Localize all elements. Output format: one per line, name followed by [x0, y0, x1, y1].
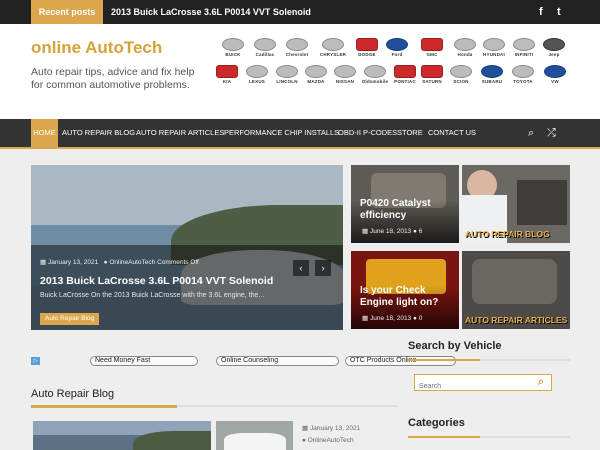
comment-icon: ●: [412, 228, 417, 235]
featured-tile-check-engine[interactable]: Is your Check Engine light on? ▦ June 18…: [351, 251, 459, 329]
site-tagline: Auto repair tips, advice and fix help fo…: [31, 66, 195, 91]
section-heading: Auto Repair Blog: [31, 388, 115, 400]
facebook-icon[interactable]: f: [539, 5, 543, 19]
post-thumbnail[interactable]: [216, 421, 293, 450]
hero-post-title[interactable]: 2013 Buick LaCrosse 3.6L P0014 VVT Solen…: [40, 275, 273, 287]
hero-post-excerpt: Buick LaCrosse On the 2013 Buick LaCross…: [40, 292, 265, 299]
search-icon[interactable]: ⌕: [528, 126, 534, 140]
ad-link-need-money-fast[interactable]: Need Money Fast: [90, 356, 198, 366]
nav-item-auto-repair-articles[interactable]: AUTO REPAIR ARTICLES: [136, 119, 224, 147]
tile-category-label[interactable]: AUTO REPAIR BLOG: [465, 229, 550, 239]
recent-post-link[interactable]: 2013 Buick LaCrosse 3.6L P0014 VVT Solen…: [111, 0, 311, 24]
nav-item-auto-repair-blog[interactable]: AUTO REPAIR BLOG: [62, 119, 135, 147]
ford-logo: Ford: [377, 38, 417, 57]
post-meta-author: ● OnlineAutoTech: [302, 437, 354, 444]
tile-post-title[interactable]: Is your Check Engine light on?: [360, 285, 459, 309]
nav-item-store[interactable]: STORE: [397, 119, 423, 147]
heading-underline: [408, 436, 570, 438]
slider-next-button[interactable]: ›: [315, 260, 331, 276]
user-icon: ●: [103, 259, 108, 266]
main-nav: HOME AUTO REPAIR BLOG AUTO REPAIR ARTICL…: [0, 119, 600, 147]
random-post-icon[interactable]: ⤮: [547, 126, 556, 140]
ad-choices-icon[interactable]: ▷: [31, 357, 40, 365]
post-meta-date: ▦ January 13, 2021: [302, 425, 361, 432]
jeep-logo: Jeep: [534, 38, 574, 57]
brand-logos-banner[interactable]: BUICK Cadillac Chevrolet CHRYSLER DODGE …: [207, 35, 571, 107]
ad-link-online-counseling[interactable]: Online Counseling: [216, 356, 339, 366]
post-thumbnail[interactable]: [33, 421, 211, 450]
search-button[interactable]: ⌕: [532, 375, 550, 390]
top-bar: Recent posts 2013 Buick LaCrosse 3.6L P0…: [0, 0, 600, 24]
search-icon: ⌕: [537, 376, 545, 388]
page: Recent posts 2013 Buick LaCrosse 3.6L P0…: [0, 0, 600, 450]
hero-post-date: January 13, 2021: [47, 259, 99, 266]
chevrolet-logo: Chevrolet: [277, 38, 317, 57]
nav-item-home[interactable]: HOME: [31, 119, 58, 147]
user-icon: ●: [302, 437, 306, 444]
calendar-icon: ▦: [362, 228, 369, 235]
heading-underline: [408, 359, 570, 361]
calendar-icon: ▦: [40, 259, 47, 266]
site-title[interactable]: online AutoTech: [31, 38, 162, 58]
nav-item-contact-us[interactable]: CONTACT US: [428, 119, 476, 147]
featured-tile-engine-bay[interactable]: AUTO REPAIR ARTICLES: [462, 251, 570, 329]
featured-tile-mechanic[interactable]: AUTO REPAIR BLOG: [462, 165, 570, 243]
vw-logo: VW: [535, 65, 575, 84]
twitter-icon[interactable]: t: [557, 5, 561, 19]
comment-icon: ●: [412, 315, 417, 322]
nav-item-performance-chip-installs[interactable]: PERFORMANCE CHIP INSTALLS: [224, 119, 339, 147]
section-underline: [31, 405, 397, 408]
hero-post-meta: ▦ January 13, 2021 ● OnlineAutoTech Comm…: [40, 258, 199, 266]
tile-post-title[interactable]: P0420 Catalyst efficiency: [360, 198, 459, 222]
site-header: online AutoTech Auto repair tips, advice…: [0, 24, 600, 119]
hero-post-comments: Comments Off: [157, 259, 199, 266]
hero-category-badge[interactable]: Auto Repair Blog: [40, 313, 100, 325]
calendar-icon: ▦: [362, 315, 369, 322]
search-input[interactable]: [415, 379, 525, 394]
calendar-icon: ▦: [302, 425, 309, 432]
search-by-vehicle-heading: Search by Vehicle: [408, 340, 502, 352]
tile-category-label[interactable]: AUTO REPAIR ARTICLES: [465, 315, 567, 325]
recent-posts-label: Recent posts: [31, 0, 103, 24]
hero-post-author[interactable]: OnlineAutoTech: [109, 259, 155, 266]
featured-tile-catalyst[interactable]: P0420 Catalyst efficiency ▦ June 18, 201…: [351, 165, 459, 243]
categories-heading: Categories: [408, 417, 465, 429]
tile-post-meta: ▦ June 18, 2013 ● 6: [362, 228, 423, 235]
ad-link-otc-products-online[interactable]: OTC Products Online: [345, 356, 456, 366]
tile-post-meta: ▦ June 18, 2013 ● 0: [362, 315, 423, 322]
nav-accent-line: [0, 147, 600, 149]
featured-slider[interactable]: ▦ January 13, 2021 ● OnlineAutoTech Comm…: [31, 165, 343, 330]
slider-prev-button[interactable]: ‹: [293, 260, 309, 276]
nav-item-obd-ii-p-codes[interactable]: OBD-II P-CODES: [338, 119, 397, 147]
